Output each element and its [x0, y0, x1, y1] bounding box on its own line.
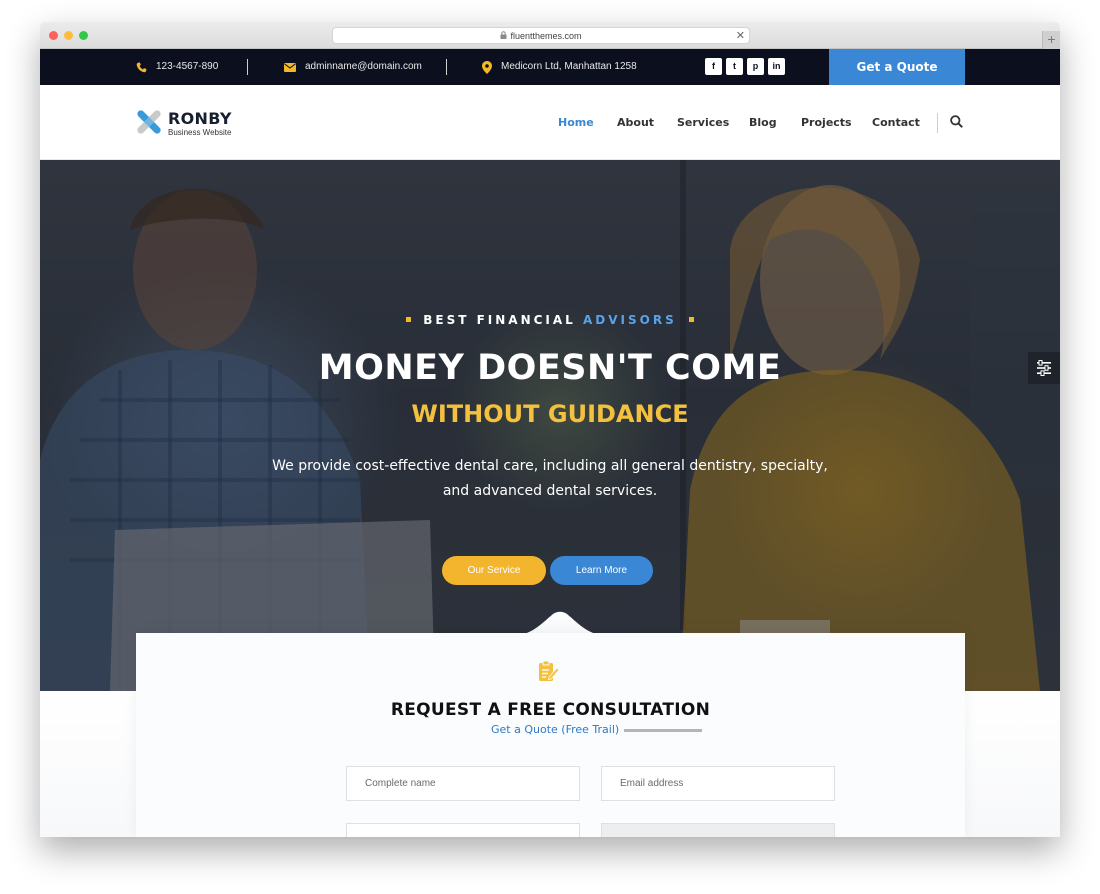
nav-about[interactable]: About — [617, 116, 654, 129]
search-icon[interactable] — [950, 115, 963, 133]
twitter-icon[interactable]: t — [726, 58, 743, 75]
minimize-window-button[interactable] — [64, 31, 73, 40]
logo-tagline: Business Website — [168, 128, 232, 137]
clipboard-edit-icon — [536, 659, 560, 688]
complete-name-field[interactable] — [346, 766, 580, 801]
nav-services[interactable]: Services — [677, 116, 729, 129]
consultation-title: REQUEST A FREE CONSULTATION — [390, 700, 711, 720]
phone-icon — [136, 61, 147, 73]
lock-icon — [500, 29, 507, 45]
get-a-quote-button[interactable]: Get a Quote — [829, 49, 965, 85]
eyebrow-square-icon — [406, 317, 412, 322]
phone-field[interactable] — [346, 823, 580, 837]
eyebrow-highlight: ADVISORS — [583, 313, 677, 327]
nav-home[interactable]: Home — [558, 116, 594, 129]
nav-projects[interactable]: Projects — [801, 116, 852, 129]
phone-number: 123-4567-890 — [156, 61, 219, 72]
consultation-card: REQUEST A FREE CONSULTATION Get a Quote … — [136, 633, 965, 837]
map-pin-icon — [482, 60, 492, 74]
consultation-subtitle: Get a Quote (Free Trail) — [491, 723, 620, 736]
email-address: adminname@domain.com — [305, 61, 422, 72]
hero-eyebrow: BEST FINANCIAL ADVISORS — [40, 313, 1060, 327]
our-service-button[interactable]: Our Service — [442, 556, 546, 585]
phone-contact[interactable]: 123-4567-890 — [136, 49, 218, 85]
close-window-button[interactable] — [49, 31, 58, 40]
email-contact[interactable]: adminname@domain.com — [284, 49, 422, 85]
maximize-window-button[interactable] — [79, 31, 88, 40]
facebook-icon[interactable]: f — [705, 58, 722, 75]
office-address: Medicorn Ltd, Manhattan 1258 — [501, 61, 637, 72]
screenshot-stage: fluentthemes.com ✕ + 123-4567-890 adminn… — [0, 0, 1100, 894]
address-bar[interactable]: fluentthemes.com ✕ — [332, 27, 750, 44]
learn-more-button[interactable]: Learn More — [550, 556, 653, 585]
email-field[interactable] — [601, 766, 835, 801]
linkedin-icon[interactable]: in — [768, 58, 785, 75]
topbar-divider — [247, 59, 248, 75]
browser-toolbar: fluentthemes.com ✕ + — [40, 22, 1060, 49]
hero-description-line: We provide cost-effective dental care, i… — [272, 458, 828, 474]
hero-title: MONEY DOESN'T COME — [318, 348, 782, 388]
envelope-icon — [284, 62, 296, 72]
eyebrow-square-icon — [688, 317, 694, 322]
pinterest-icon[interactable]: p — [747, 58, 764, 75]
eyebrow-text: BEST FINANCIAL — [423, 313, 576, 327]
browser-window: fluentthemes.com ✕ + 123-4567-890 adminn… — [40, 22, 1060, 837]
logo-name[interactable]: RONBY — [168, 109, 232, 128]
site-header: RONBY Business Website Home About Servic… — [40, 85, 1060, 160]
new-tab-button[interactable]: + — [1042, 31, 1060, 49]
nav-divider — [937, 113, 938, 133]
address-contact: Medicorn Ltd, Manhattan 1258 — [482, 49, 637, 85]
topbar-divider — [446, 59, 447, 75]
hero-description-line: and advanced dental services. — [442, 483, 658, 499]
hero-subtitle: WITHOUT GUIDANCE — [411, 400, 689, 428]
hero-description: We provide cost-effective dental care, i… — [40, 454, 1060, 504]
title-underline — [624, 729, 702, 732]
nav-contact[interactable]: Contact — [872, 116, 920, 129]
url-text: fluentthemes.com — [510, 31, 582, 41]
clear-url-icon[interactable]: ✕ — [736, 28, 745, 44]
service-select[interactable] — [601, 823, 835, 837]
logo-icon[interactable] — [136, 109, 162, 140]
nav-blog[interactable]: Blog — [749, 116, 777, 129]
